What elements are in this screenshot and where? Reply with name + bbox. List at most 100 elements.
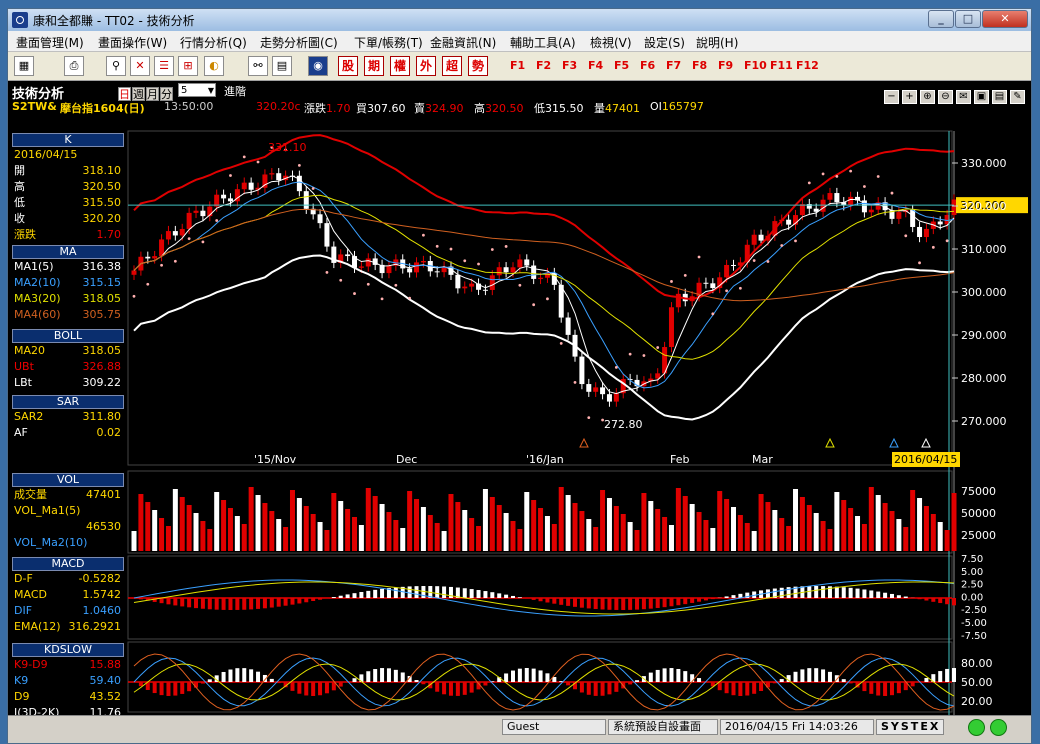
function-key-button[interactable]: F6 xyxy=(640,59,655,72)
volume-bar xyxy=(200,521,206,551)
macd-tick-label: 7.50 xyxy=(961,554,983,565)
function-key-button[interactable]: F2 xyxy=(536,59,551,72)
interval-select[interactable]: 5 ▼ xyxy=(178,83,216,97)
macd-histogram-bar xyxy=(393,587,398,598)
volume-bar xyxy=(159,518,165,551)
function-key-button[interactable]: F5 xyxy=(614,59,629,72)
layout-split-icon[interactable]: ☰ xyxy=(154,56,174,76)
menu-item[interactable]: 畫面操作(W) xyxy=(98,34,167,51)
close-window-icon[interactable]: ✕ xyxy=(130,56,150,76)
chat-icon[interactable]: ✉ xyxy=(956,90,971,104)
macd-histogram-bar xyxy=(497,593,502,598)
macd-histogram-bar xyxy=(586,598,591,609)
menu-item[interactable]: 畫面管理(M) xyxy=(16,34,84,51)
menu-item[interactable]: 下單/帳務(T) xyxy=(354,34,423,51)
sar-dot xyxy=(380,297,384,301)
market-button[interactable]: 勢 xyxy=(468,56,488,76)
layout-icon[interactable]: ▦ xyxy=(14,56,34,76)
market-button[interactable]: 權 xyxy=(390,56,410,76)
kd-histogram-bar xyxy=(180,682,185,694)
logo-icon[interactable]: ◉ xyxy=(308,56,328,76)
volume-bar xyxy=(834,492,840,551)
macd-histogram-bar xyxy=(814,586,819,598)
plus-icon[interactable]: + xyxy=(902,90,917,104)
function-key-button[interactable]: F10 xyxy=(744,59,767,72)
function-key-button[interactable]: F1 xyxy=(510,59,525,72)
volume-bar xyxy=(558,487,564,551)
kd-histogram-bar xyxy=(697,678,702,682)
menu-item[interactable]: 檢視(V) xyxy=(590,34,632,51)
link-icon[interactable]: ⚯ xyxy=(248,56,268,76)
minus-icon[interactable]: − xyxy=(884,90,899,104)
coin-icon[interactable]: ◐ xyxy=(204,56,224,76)
function-key-button[interactable]: F11 xyxy=(770,59,793,72)
menu-item[interactable]: 設定(S) xyxy=(644,34,685,51)
function-key-button[interactable]: F8 xyxy=(692,59,707,72)
market-button[interactable]: 期 xyxy=(364,56,384,76)
menu-item[interactable]: 金融資訊(N) xyxy=(430,34,496,51)
close-button[interactable]: ✕ xyxy=(982,10,1028,28)
volume-bar xyxy=(145,502,151,551)
macd-histogram-bar xyxy=(573,598,578,607)
menu-item[interactable]: 行情分析(Q) xyxy=(180,34,247,51)
kd-histogram-bar xyxy=(455,682,460,696)
volume-bar xyxy=(882,503,888,551)
volume-label: 量 xyxy=(594,102,605,115)
market-button[interactable]: 外 xyxy=(416,56,436,76)
advanced-button[interactable]: 進階 xyxy=(224,83,246,99)
kd-histogram-bar xyxy=(510,670,515,682)
chart-canvas[interactable]: 320.200330.000320.000310.000300.000290.0… xyxy=(8,115,1032,715)
zoom-out-icon[interactable]: ⊖ xyxy=(938,90,953,104)
volume-bar xyxy=(517,529,523,551)
settings-icon[interactable]: ✎ xyxy=(1010,90,1025,104)
save-icon[interactable]: ▣ xyxy=(974,90,989,104)
function-key-button[interactable]: F4 xyxy=(588,59,603,72)
maximize-button[interactable]: □ xyxy=(955,10,981,28)
macd-histogram-bar xyxy=(648,598,653,609)
market-button[interactable]: 超 xyxy=(442,56,462,76)
window-title: 康和全都賺 - TT02 - 技術分析 xyxy=(33,14,195,28)
period-tab[interactable]: 日 xyxy=(118,87,131,101)
print-icon[interactable]: ⎙ xyxy=(64,56,84,76)
sar-dot xyxy=(656,346,660,349)
volume-bar xyxy=(917,498,923,551)
buy-label: 買 xyxy=(356,102,367,115)
candlestick xyxy=(923,228,929,238)
zoom-in-icon[interactable]: ⊕ xyxy=(920,90,935,104)
menu-item[interactable]: 說明(H) xyxy=(696,34,738,51)
menu-item[interactable]: 輔助工具(A) xyxy=(510,34,576,51)
kd-histogram-bar xyxy=(759,682,764,692)
volume-bar xyxy=(634,530,640,551)
news-icon[interactable]: ▤ xyxy=(272,56,292,76)
kd-histogram-bar xyxy=(607,682,612,695)
volume-bar xyxy=(648,501,654,551)
macd-histogram-bar xyxy=(538,598,543,602)
function-key-button[interactable]: F9 xyxy=(718,59,733,72)
function-key-button[interactable]: F12 xyxy=(796,59,819,72)
volume-bar xyxy=(193,513,199,551)
macd-histogram-bar xyxy=(690,598,695,603)
function-key-button[interactable]: F7 xyxy=(666,59,681,72)
volume-bar xyxy=(565,495,571,551)
stock-icon[interactable]: ⊞ xyxy=(178,56,198,76)
layout-icon[interactable]: ▤ xyxy=(992,90,1007,104)
search-icon[interactable]: ⚲ xyxy=(106,56,126,76)
function-key-button[interactable]: F3 xyxy=(562,59,577,72)
candlestick xyxy=(462,286,468,289)
volume-bar xyxy=(903,527,909,551)
candlestick xyxy=(724,264,730,278)
volume-bar xyxy=(813,513,819,551)
period-tab[interactable]: 週 xyxy=(132,87,145,101)
macd-histogram-bar xyxy=(938,598,943,604)
macd-histogram-bar xyxy=(242,598,247,610)
sar-dot xyxy=(711,312,715,316)
period-tab[interactable]: 分 xyxy=(160,87,173,101)
volume-bar xyxy=(393,520,399,551)
menu-item[interactable]: 走勢分析圖(C) xyxy=(260,34,338,51)
minimize-button[interactable]: _ xyxy=(928,10,954,28)
volume-bar xyxy=(152,510,158,551)
app-icon xyxy=(12,12,28,28)
market-button[interactable]: 股 xyxy=(338,56,358,76)
volume-bar xyxy=(179,497,185,551)
period-tab[interactable]: 月 xyxy=(146,87,159,101)
